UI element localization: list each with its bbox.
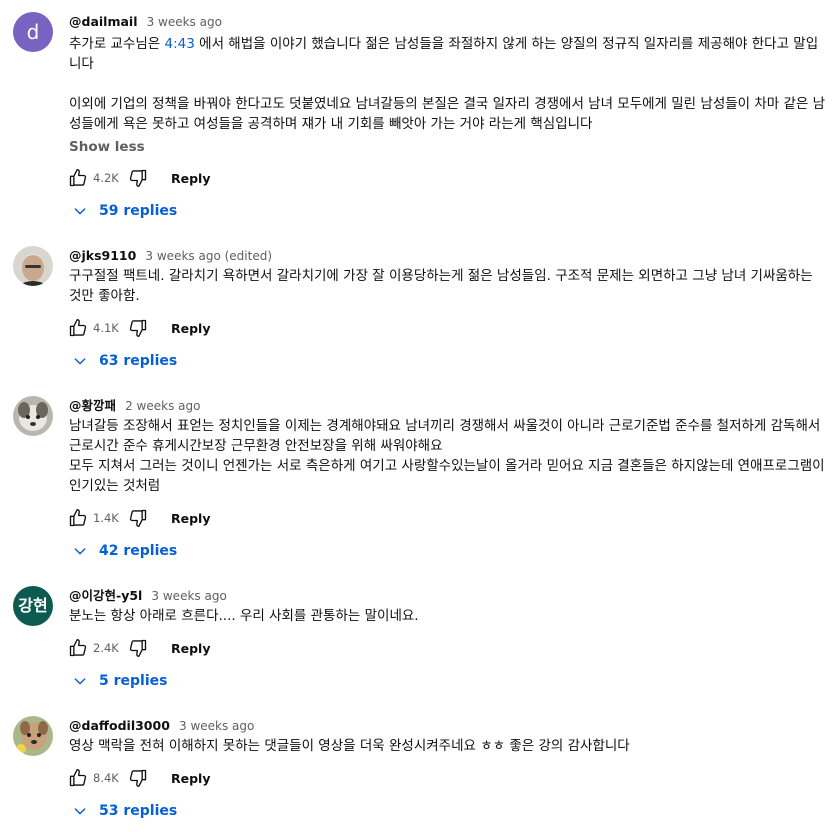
like-icon[interactable]: [67, 167, 89, 189]
timestamp-link[interactable]: 4:43: [165, 36, 195, 52]
avatar[interactable]: d: [13, 12, 53, 52]
replies-toggle[interactable]: 63 replies: [71, 350, 177, 372]
comment-actions: 1.4K Reply: [67, 506, 210, 530]
reply-button[interactable]: Reply: [171, 641, 210, 656]
replies-count: 5 replies: [99, 673, 168, 689]
chevron-down-icon: [71, 352, 89, 370]
avatar[interactable]: [13, 716, 53, 756]
like-count: 8.4K: [93, 771, 119, 785]
comment-timestamp[interactable]: 3 weeks ago (edited): [145, 249, 272, 263]
comment-text: 남녀갈등 조장해서 표얻는 정치인들을 이제는 경계해야돼요 남녀끼리 경쟁해서…: [69, 416, 829, 496]
comment-actions: 8.4K Reply: [67, 766, 210, 790]
reply-button[interactable]: Reply: [171, 171, 210, 186]
comment-text: 분노는 항상 아래로 흐른다.... 우리 사회를 관통하는 말이네요.: [69, 608, 419, 624]
dislike-icon[interactable]: [127, 317, 149, 339]
comment-header: @daffodil3000 3 weeks ago: [69, 716, 254, 734]
like-count: 4.2K: [93, 171, 119, 185]
dislike-icon[interactable]: [127, 507, 149, 529]
author-name[interactable]: @dailmail: [69, 14, 137, 29]
author-name[interactable]: @daffodil3000: [69, 718, 170, 733]
like-count: 4.1K: [93, 321, 119, 335]
comment-paragraph: 추가로 교수님은 4:43 에서 해법을 이야기 했습니다 젊은 남성들을 좌절…: [69, 34, 829, 74]
replies-toggle[interactable]: 53 replies: [71, 800, 177, 822]
comment-text: 영상 맥락을 전혀 이해하지 못하는 댓글들이 영상을 더욱 완성시켜주네요 ㅎ…: [69, 738, 630, 754]
dislike-icon[interactable]: [127, 767, 149, 789]
comment-actions: 4.1K Reply: [67, 316, 210, 340]
comment-text-segment: 추가로 교수님은: [69, 36, 165, 52]
avatar[interactable]: [13, 246, 53, 286]
comment-header: @이강현-y5l 3 weeks ago: [69, 586, 227, 604]
replies-count: 59 replies: [99, 203, 178, 219]
comment-header: @jks9110 3 weeks ago (edited): [69, 246, 272, 264]
reply-button[interactable]: Reply: [171, 321, 210, 336]
comment-actions: 4.2K Reply: [67, 166, 210, 190]
author-name[interactable]: @jks9110: [69, 248, 136, 263]
chevron-down-icon: [71, 202, 89, 220]
comment-paragraph: 남녀갈등 조장해서 표얻는 정치인들을 이제는 경계해야돼요 남녀끼리 경쟁해서…: [69, 418, 821, 454]
avatar[interactable]: [13, 396, 53, 436]
reply-button[interactable]: Reply: [171, 771, 210, 786]
comment-paragraph: 모두 지쳐서 그러는 것이니 언젠가는 서로 측은하게 여기고 사랑할수있는날이…: [69, 458, 825, 494]
comment-header: @황깡패 2 weeks ago: [69, 396, 200, 414]
dislike-icon[interactable]: [127, 167, 149, 189]
comment-paragraph: 이외에 기업의 정책을 바꿔야 한다고도 덧붙였네요 남녀갈등의 본질은 결국 …: [69, 96, 826, 132]
comment-header: @dailmail 3 weeks ago: [69, 12, 222, 30]
author-name[interactable]: @이강현-y5l: [69, 588, 142, 603]
chevron-down-icon: [71, 542, 89, 560]
like-icon[interactable]: [67, 507, 89, 529]
replies-toggle[interactable]: 59 replies: [71, 200, 177, 222]
like-icon[interactable]: [67, 637, 89, 659]
comment-timestamp[interactable]: 3 weeks ago: [151, 589, 226, 603]
comment-text: 추가로 교수님은 4:43 에서 해법을 이야기 했습니다 젊은 남성들을 좌절…: [69, 34, 829, 134]
avatar-letter: d: [26, 20, 40, 44]
replies-count: 53 replies: [99, 803, 178, 819]
dislike-icon[interactable]: [127, 637, 149, 659]
chevron-down-icon: [71, 802, 89, 820]
reply-button[interactable]: Reply: [171, 511, 210, 526]
chevron-down-icon: [71, 672, 89, 690]
author-name[interactable]: @황깡패: [69, 398, 116, 413]
replies-count: 63 replies: [99, 353, 178, 369]
comment-timestamp[interactable]: 3 weeks ago: [179, 719, 254, 733]
replies-count: 42 replies: [99, 543, 178, 559]
comment-timestamp[interactable]: 3 weeks ago: [147, 15, 222, 29]
avatar-initials: 강현: [18, 596, 48, 615]
like-icon[interactable]: [67, 767, 89, 789]
like-count: 1.4K: [93, 511, 119, 525]
comment-actions: 2.4K Reply: [67, 636, 210, 660]
like-count: 2.4K: [93, 641, 119, 655]
replies-toggle[interactable]: 5 replies: [71, 670, 167, 692]
like-icon[interactable]: [67, 317, 89, 339]
comment-timestamp[interactable]: 2 weeks ago: [125, 399, 200, 413]
avatar[interactable]: 강현: [13, 586, 53, 626]
show-less-button[interactable]: Show less: [69, 137, 145, 157]
replies-toggle[interactable]: 42 replies: [71, 540, 177, 562]
comment-text: 구구절절 팩트네. 갈라치기 욕하면서 갈라치기에 가장 잘 이용당하는게 젊은…: [69, 268, 813, 304]
